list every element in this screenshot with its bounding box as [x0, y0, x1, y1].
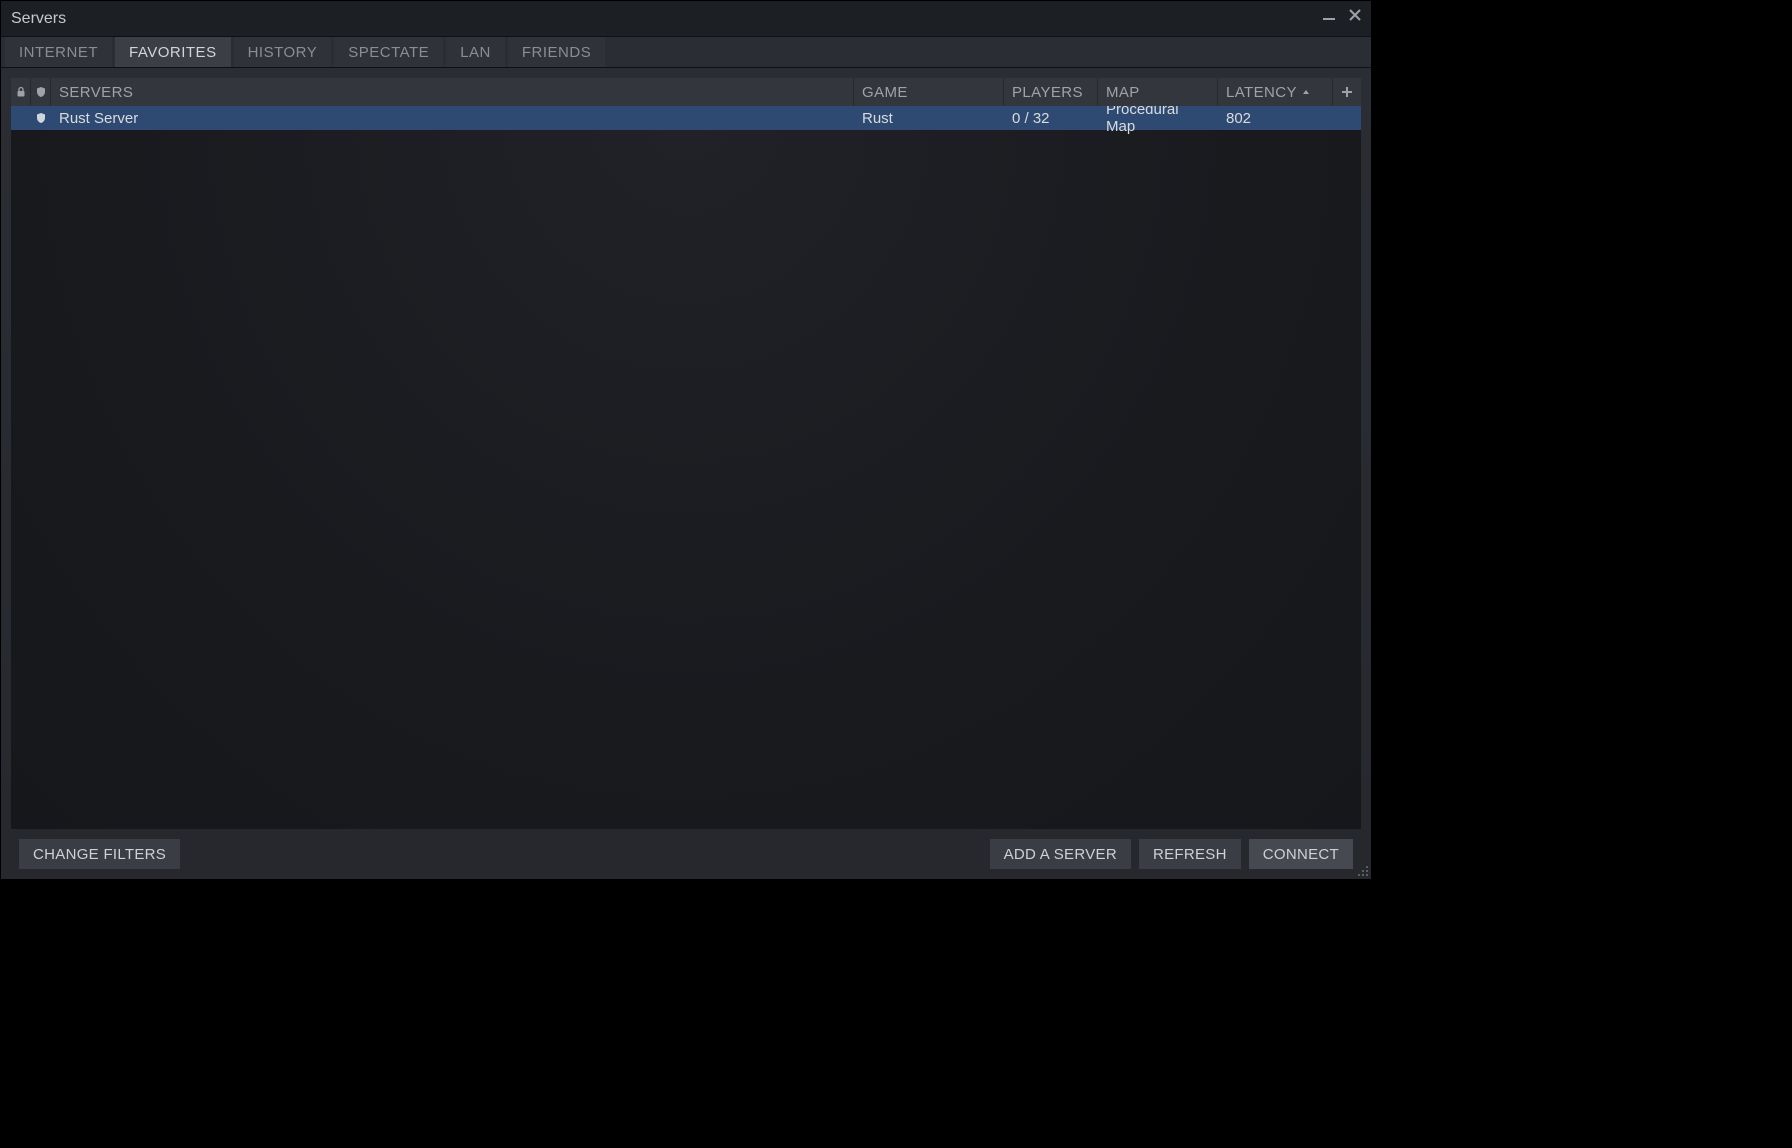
lock-icon: [15, 86, 27, 98]
titlebar-controls: [1319, 5, 1365, 25]
cell-map: Procedural Map: [1098, 106, 1218, 130]
server-table: SERVERS GAME PLAYERS MAP LATENCY: [11, 78, 1361, 829]
close-icon[interactable]: [1345, 5, 1365, 25]
column-game[interactable]: GAME: [854, 78, 1004, 106]
shield-icon: [35, 112, 47, 124]
refresh-button[interactable]: REFRESH: [1139, 839, 1241, 869]
footer: CHANGE FILTERS ADD A SERVER REFRESH CONN…: [11, 829, 1361, 879]
cell-latency: 802: [1218, 106, 1333, 130]
resize-grip-icon[interactable]: [1355, 863, 1369, 877]
add-server-button[interactable]: ADD A SERVER: [990, 839, 1131, 869]
tab-internet[interactable]: INTERNET: [5, 37, 112, 67]
servers-window: Servers INTERNET FAVORITES HISTORY SPECT…: [0, 0, 1372, 880]
column-players[interactable]: PLAYERS: [1004, 78, 1098, 106]
tab-history[interactable]: HISTORY: [234, 37, 332, 67]
titlebar[interactable]: Servers: [1, 1, 1371, 37]
tab-friends[interactable]: FRIENDS: [508, 37, 605, 67]
column-latency-label: LATENCY: [1226, 84, 1297, 101]
content-area: SERVERS GAME PLAYERS MAP LATENCY: [1, 68, 1371, 879]
tabbar: INTERNET FAVORITES HISTORY SPECTATE LAN …: [1, 37, 1371, 68]
column-game-label: GAME: [862, 84, 908, 101]
plus-icon: [1340, 85, 1354, 99]
table-body[interactable]: Rust Server Rust 0 / 32 Procedural Map 8…: [11, 106, 1361, 829]
cell-vac: [31, 106, 51, 130]
table-row[interactable]: Rust Server Rust 0 / 32 Procedural Map 8…: [11, 106, 1361, 130]
column-servers-label: SERVERS: [59, 84, 133, 101]
window-title: Servers: [11, 10, 66, 28]
column-map-label: MAP: [1106, 84, 1140, 101]
cell-password: [11, 106, 31, 130]
column-add[interactable]: [1333, 78, 1361, 106]
change-filters-button[interactable]: CHANGE FILTERS: [19, 839, 180, 869]
column-map[interactable]: MAP: [1098, 78, 1218, 106]
tab-spectate[interactable]: SPECTATE: [334, 37, 443, 67]
table-header: SERVERS GAME PLAYERS MAP LATENCY: [11, 78, 1361, 106]
column-players-label: PLAYERS: [1012, 84, 1083, 101]
sort-asc-icon: [1301, 87, 1311, 97]
tab-lan[interactable]: LAN: [446, 37, 505, 67]
minimize-icon[interactable]: [1319, 5, 1339, 25]
connect-button[interactable]: CONNECT: [1249, 839, 1353, 869]
column-latency[interactable]: LATENCY: [1218, 78, 1333, 106]
tab-favorites[interactable]: FAVORITES: [115, 37, 231, 67]
shield-icon: [35, 86, 47, 98]
column-vac[interactable]: [31, 78, 51, 106]
cell-players: 0 / 32: [1004, 106, 1098, 130]
column-servers[interactable]: SERVERS: [51, 78, 854, 106]
cell-game: Rust: [854, 106, 1004, 130]
cell-add: [1333, 106, 1361, 130]
column-password[interactable]: [11, 78, 31, 106]
cell-server-name: Rust Server: [51, 106, 854, 130]
